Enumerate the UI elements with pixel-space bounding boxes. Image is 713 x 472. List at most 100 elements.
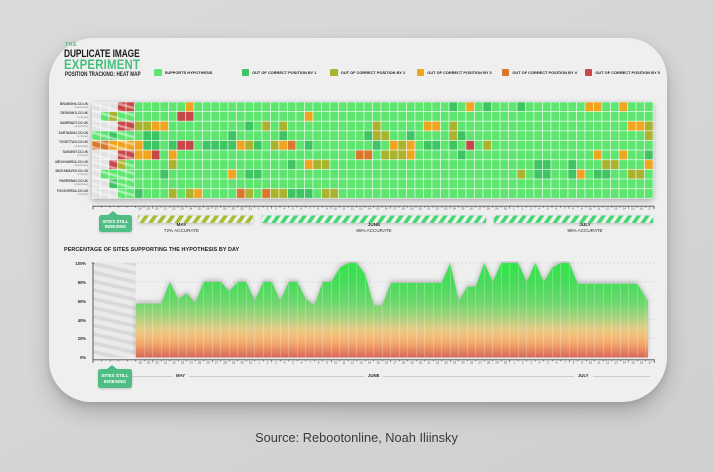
svg-text:26: 26 bbox=[469, 207, 473, 211]
svg-text:8: 8 bbox=[572, 361, 574, 365]
svg-text:15: 15 bbox=[376, 207, 380, 211]
svg-text:11: 11 bbox=[342, 361, 345, 365]
svg-text:2: 2 bbox=[521, 361, 523, 365]
svg-text:16: 16 bbox=[639, 207, 643, 211]
svg-text:26: 26 bbox=[206, 361, 210, 365]
svg-text:27: 27 bbox=[214, 361, 218, 365]
svg-text:3: 3 bbox=[530, 361, 532, 365]
svg-text:20: 20 bbox=[155, 207, 159, 211]
svg-text:2: 2 bbox=[521, 207, 523, 211]
svg-text:7: 7 bbox=[308, 207, 310, 211]
svg-text:27: 27 bbox=[478, 207, 482, 211]
svg-text:30: 30 bbox=[503, 361, 507, 365]
svg-text:18: 18 bbox=[138, 361, 142, 365]
svg-text:30: 30 bbox=[240, 207, 244, 211]
svg-text:24: 24 bbox=[189, 207, 193, 211]
svg-text:28: 28 bbox=[486, 207, 490, 211]
svg-text:4: 4 bbox=[283, 361, 285, 365]
svg-text:15: 15 bbox=[631, 361, 635, 365]
svg-text:21: 21 bbox=[163, 207, 167, 211]
svg-text:85% ACCURATE: 85% ACCURATE bbox=[356, 228, 391, 233]
svg-text:23: 23 bbox=[180, 361, 184, 365]
svg-text:18: 18 bbox=[138, 207, 142, 211]
svg-text:13: 13 bbox=[359, 361, 363, 365]
svg-text:2: 2 bbox=[266, 207, 268, 211]
svg-text:1: 1 bbox=[513, 361, 515, 365]
svg-text:18: 18 bbox=[401, 207, 405, 211]
svg-text:95% ACCURATE: 95% ACCURATE bbox=[567, 228, 602, 233]
svg-text:4: 4 bbox=[538, 361, 540, 365]
svg-text:29: 29 bbox=[231, 207, 235, 211]
svg-text:14: 14 bbox=[622, 207, 626, 211]
svg-text:6: 6 bbox=[555, 207, 557, 211]
svg-text:19: 19 bbox=[146, 207, 150, 211]
svg-text:6: 6 bbox=[300, 207, 302, 211]
svg-text:16: 16 bbox=[384, 361, 388, 365]
svg-text:MAY: MAY bbox=[176, 222, 187, 227]
svg-text:JULY: JULY bbox=[579, 222, 591, 227]
svg-text:19: 19 bbox=[410, 207, 414, 211]
svg-text:30: 30 bbox=[503, 207, 507, 211]
svg-text:29: 29 bbox=[495, 207, 499, 211]
svg-text:10: 10 bbox=[588, 361, 592, 365]
svg-text:29: 29 bbox=[495, 361, 499, 365]
svg-text:27: 27 bbox=[214, 207, 218, 211]
svg-text:24: 24 bbox=[452, 207, 456, 211]
svg-text:21: 21 bbox=[427, 207, 431, 211]
svg-text:19: 19 bbox=[410, 361, 414, 365]
svg-text:8: 8 bbox=[572, 207, 574, 211]
svg-text:22: 22 bbox=[172, 361, 176, 365]
svg-text:24: 24 bbox=[452, 361, 456, 365]
svg-text:20: 20 bbox=[418, 361, 422, 365]
svg-text:10: 10 bbox=[333, 207, 337, 211]
svg-text:15: 15 bbox=[631, 207, 635, 211]
svg-text:6: 6 bbox=[555, 361, 557, 365]
svg-text:4: 4 bbox=[538, 207, 540, 211]
svg-text:1: 1 bbox=[258, 361, 260, 365]
svg-text:14: 14 bbox=[367, 207, 371, 211]
svg-text:5: 5 bbox=[546, 207, 548, 211]
svg-text:17: 17 bbox=[648, 207, 652, 211]
svg-text:9: 9 bbox=[325, 207, 327, 211]
svg-text:2: 2 bbox=[266, 361, 268, 365]
svg-text:23: 23 bbox=[444, 207, 448, 211]
svg-text:25: 25 bbox=[197, 361, 201, 365]
svg-text:5: 5 bbox=[547, 361, 549, 365]
svg-text:5: 5 bbox=[291, 207, 293, 211]
svg-text:22: 22 bbox=[435, 207, 439, 211]
svg-text:7: 7 bbox=[564, 361, 566, 365]
svg-text:8: 8 bbox=[317, 361, 319, 365]
svg-text:14: 14 bbox=[367, 361, 371, 365]
svg-text:20: 20 bbox=[155, 361, 159, 365]
svg-text:72% ACCURATE: 72% ACCURATE bbox=[163, 228, 198, 233]
svg-text:29: 29 bbox=[231, 361, 235, 365]
svg-text:4: 4 bbox=[283, 207, 285, 211]
svg-text:5: 5 bbox=[292, 361, 294, 365]
svg-text:20: 20 bbox=[418, 207, 422, 211]
svg-text:8: 8 bbox=[317, 207, 319, 211]
svg-text:13: 13 bbox=[359, 207, 363, 211]
svg-text:1: 1 bbox=[257, 207, 259, 211]
svg-text:15: 15 bbox=[376, 361, 380, 365]
svg-text:6: 6 bbox=[300, 361, 302, 365]
svg-text:12: 12 bbox=[350, 207, 354, 211]
svg-text:23: 23 bbox=[444, 361, 448, 365]
svg-text:7: 7 bbox=[563, 207, 565, 211]
svg-text:25: 25 bbox=[461, 361, 465, 365]
svg-text:11: 11 bbox=[597, 361, 600, 365]
svg-text:23: 23 bbox=[180, 207, 184, 211]
svg-text:16: 16 bbox=[639, 361, 643, 365]
svg-text:28: 28 bbox=[223, 361, 227, 365]
svg-text:21: 21 bbox=[427, 361, 431, 365]
svg-text:9: 9 bbox=[580, 207, 582, 211]
svg-text:22: 22 bbox=[172, 207, 176, 211]
svg-text:12: 12 bbox=[350, 361, 354, 365]
svg-text:14: 14 bbox=[622, 361, 626, 365]
svg-text:11: 11 bbox=[597, 207, 600, 211]
svg-text:19: 19 bbox=[146, 361, 150, 365]
svg-text:28: 28 bbox=[223, 207, 227, 211]
svg-text:13: 13 bbox=[614, 361, 618, 365]
svg-text:11: 11 bbox=[342, 207, 345, 211]
svg-text:3: 3 bbox=[275, 361, 277, 365]
svg-text:22: 22 bbox=[435, 361, 439, 365]
